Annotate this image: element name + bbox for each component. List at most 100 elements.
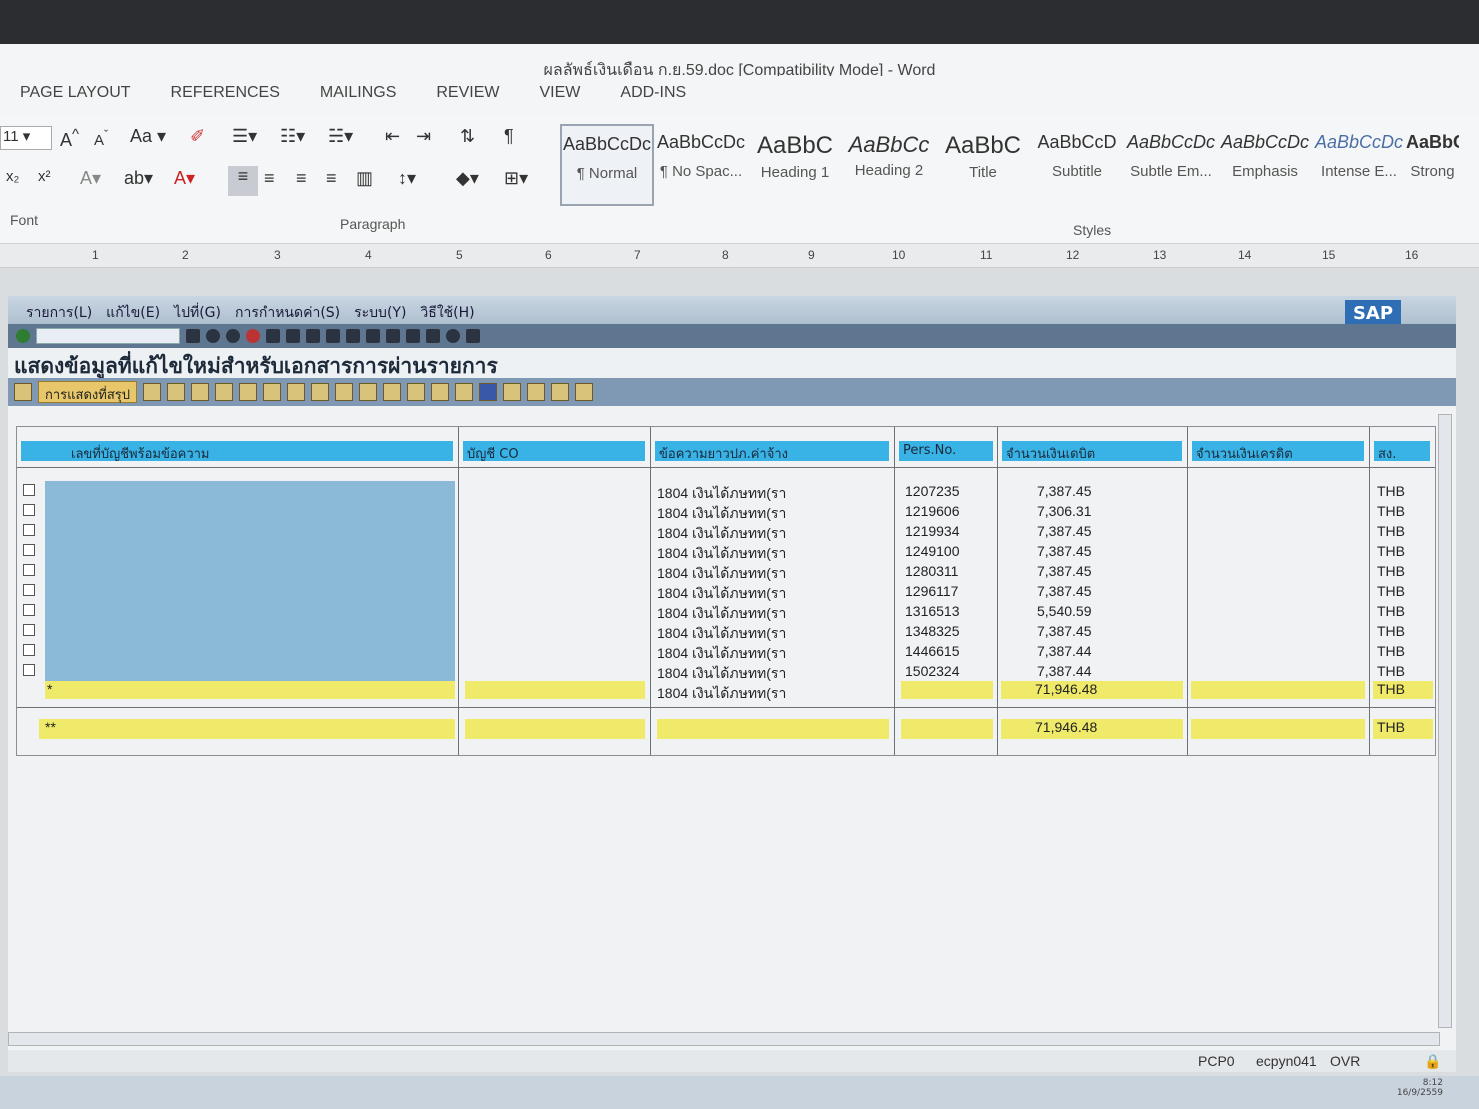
row-checkbox[interactable] <box>23 484 35 496</box>
style-title[interactable]: AaBbC Title <box>936 124 1030 206</box>
tab-references[interactable]: REFERENCES <box>151 76 300 116</box>
increase-indent-icon[interactable]: ⇥ <box>416 126 431 147</box>
total-row[interactable]: ** 71,946.48 THB <box>17 719 1435 739</box>
row-checkbox[interactable] <box>23 524 35 536</box>
style-subtle-emphasis[interactable]: AaBbCcDc Subtle Em... <box>1124 124 1218 206</box>
previous-page-icon[interactable] <box>346 329 360 343</box>
font-color-icon[interactable]: A▾ <box>174 168 195 189</box>
row-checkbox[interactable] <box>23 504 35 516</box>
style-strong[interactable]: AaBbCc Strong <box>1406 124 1459 206</box>
total-icon[interactable] <box>215 383 233 401</box>
row-checkbox[interactable] <box>23 604 35 616</box>
grow-font-icon[interactable]: A^ <box>60 126 79 151</box>
row-checkbox[interactable] <box>23 544 35 556</box>
clear-format-icon[interactable]: ✐ <box>190 126 205 147</box>
export-icon[interactable] <box>287 383 305 401</box>
word-processing-icon[interactable] <box>335 383 353 401</box>
info-icon[interactable] <box>479 383 497 401</box>
table-row[interactable]: 1804 เงินได้ภษทท(รา 1446615 7,387.44 THB <box>17 641 1435 661</box>
row-checkbox[interactable] <box>23 624 35 636</box>
subtotal-row[interactable]: * 1804 เงินได้ภษทท(รา 71,946.48 THB <box>17 681 1435 701</box>
save-layout-icon[interactable] <box>455 383 473 401</box>
system-clock[interactable]: 8:12 16/9/2559 <box>1397 1078 1443 1098</box>
print-preview-icon[interactable] <box>263 383 281 401</box>
command-field[interactable] <box>36 328 180 344</box>
tab-add-ins[interactable]: ADD-INS <box>600 76 706 116</box>
row-checkbox[interactable] <box>23 564 35 576</box>
table-row[interactable]: 1804 เงินได้ภษทท(รา 1219606 7,306.31 THB <box>17 501 1435 521</box>
table-row[interactable]: 1804 เงินได้ภษทท(รา 1249100 7,387.45 THB <box>17 541 1435 561</box>
back-icon[interactable] <box>206 329 220 343</box>
numbering-icon[interactable]: ☷▾ <box>280 126 305 147</box>
align-left-icon[interactable]: ≡ <box>228 166 258 196</box>
align-center-icon[interactable]: ≡ <box>264 168 275 189</box>
table-row[interactable]: 1804 เงินได้ภษทท(รา 1348325 7,387.45 THB <box>17 621 1435 641</box>
column-header-debit[interactable]: จำนวนเงินเดบิต <box>1002 441 1182 461</box>
style-heading-1[interactable]: AaBbC Heading 1 <box>748 124 842 206</box>
table-row[interactable]: 1804 เงินได้ภษทท(รา 1502324 7,387.44 THB <box>17 661 1435 681</box>
row-checkbox[interactable] <box>23 584 35 596</box>
cancel-icon[interactable] <box>246 329 260 343</box>
menu-help[interactable]: วิธีใช้(H) <box>420 302 474 324</box>
vertical-scrollbar[interactable] <box>1438 414 1452 1028</box>
table-row[interactable]: 1804 เงินได้ภษทท(รา 1280311 7,387.45 THB <box>17 561 1435 581</box>
menu-system[interactable]: ระบบ(Y) <box>354 302 406 324</box>
borders-icon[interactable]: ⊞▾ <box>504 168 528 189</box>
tab-page-layout[interactable]: PAGE LAYOUT <box>0 76 151 116</box>
style-subtitle[interactable]: AaBbCcD Subtitle <box>1030 124 1124 206</box>
table-row[interactable]: 1804 เงินได้ภษทท(รา 1296117 7,387.45 THB <box>17 581 1435 601</box>
pilcrow-icon[interactable]: ¶ <box>504 126 514 147</box>
find-next-icon[interactable] <box>306 329 320 343</box>
details-icon[interactable] <box>14 383 32 401</box>
exit-icon[interactable] <box>226 329 240 343</box>
column-header-credit[interactable]: จำนวนเงินเครดิต <box>1192 441 1364 461</box>
decrease-indent-icon[interactable]: ⇤ <box>385 126 400 147</box>
column-header-currency[interactable]: สง. <box>1374 441 1430 461</box>
highlight-icon[interactable]: ab▾ <box>124 168 153 189</box>
table-row[interactable]: 1804 เงินได้ภษทท(รา 1316513 5,540.59 THB <box>17 601 1435 621</box>
table-row[interactable]: 1804 เงินได้ภษทท(รา 1207235 7,387.45 THB <box>17 481 1435 501</box>
shading-icon[interactable]: ◆▾ <box>456 168 479 189</box>
menu-settings[interactable]: การกำหนดค่า(S) <box>235 302 340 324</box>
column-header-co-account[interactable]: บัญชี CO <box>463 441 645 461</box>
subscript-icon[interactable]: x₂ <box>6 168 19 185</box>
font-size-select[interactable]: 11 ▾ <box>0 126 52 150</box>
customize-layout-icon[interactable] <box>466 329 480 343</box>
style-normal[interactable]: AaBbCcDc ¶ Normal <box>560 124 654 206</box>
row-checkbox[interactable] <box>23 664 35 676</box>
shrink-font-icon[interactable]: Aˇ <box>94 128 108 149</box>
change-case-icon[interactable]: Aa ▾ <box>130 126 166 147</box>
style-no-spacing[interactable]: AaBbCcDc ¶ No Spac... <box>654 124 748 206</box>
column-header-pers-no[interactable]: Pers.No. <box>899 441 993 461</box>
choose-layout-icon[interactable] <box>407 383 425 401</box>
last-page-icon[interactable] <box>386 329 400 343</box>
new-session-icon[interactable] <box>406 329 420 343</box>
sort-icon[interactable]: ⇅ <box>460 126 475 147</box>
change-layout-icon[interactable] <box>431 383 449 401</box>
shortcut-icon[interactable] <box>426 329 440 343</box>
bullets-icon[interactable]: ☰▾ <box>232 126 257 147</box>
horizontal-ruler[interactable]: 1 2 3 4 5 6 7 8 9 10 11 12 13 14 15 16 <box>0 244 1479 268</box>
menu-edit[interactable]: แก้ไข(E) <box>106 302 160 324</box>
line-spacing-icon[interactable]: ↕▾ <box>398 168 416 189</box>
print-icon[interactable] <box>266 329 280 343</box>
first-item-icon[interactable] <box>503 383 521 401</box>
summary-display-button[interactable]: การแสดงที่สรุป <box>38 381 137 403</box>
tab-review[interactable]: REVIEW <box>416 76 519 116</box>
save-icon[interactable] <box>186 329 200 343</box>
align-right-icon[interactable]: ≡ <box>296 168 307 189</box>
first-page-icon[interactable] <box>326 329 340 343</box>
menu-list[interactable]: รายการ(L) <box>26 302 92 324</box>
last-item-icon[interactable] <box>575 383 593 401</box>
next-page-icon[interactable] <box>366 329 380 343</box>
spreadsheet-icon[interactable] <box>311 383 329 401</box>
next-item-icon[interactable] <box>551 383 569 401</box>
horizontal-scrollbar[interactable] <box>8 1032 1440 1046</box>
style-emphasis[interactable]: AaBbCcDc Emphasis <box>1218 124 1312 206</box>
superscript-icon[interactable]: x² <box>38 168 51 185</box>
distributed-icon[interactable]: ▥ <box>356 168 373 189</box>
menu-goto[interactable]: ไปที่(G) <box>174 302 221 324</box>
style-heading-2[interactable]: AaBbCc Heading 2 <box>842 124 936 206</box>
filter-icon[interactable] <box>191 383 209 401</box>
table-row[interactable]: 1804 เงินได้ภษทท(รา 1219934 7,387.45 THB <box>17 521 1435 541</box>
